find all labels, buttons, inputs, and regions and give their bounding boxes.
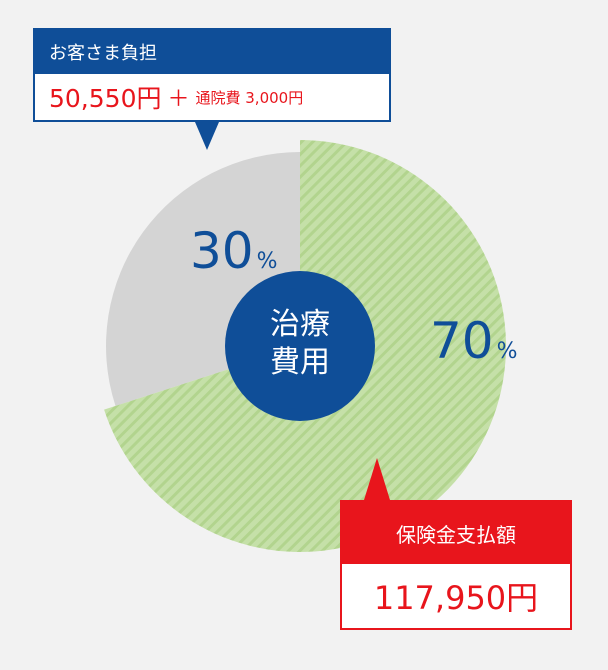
percent-value: 30 xyxy=(190,222,254,280)
insurance-payout-callout: 保険金支払額 117,950円 xyxy=(340,458,572,630)
insurance-payout-title: 保険金支払額 xyxy=(342,502,570,564)
customer-burden-callout: お客さま負担 50,550円 ＋ 通院費 3,000円 xyxy=(33,28,391,150)
commute-cost-note: 通院費 3,000円 xyxy=(195,88,304,107)
center-label-line-2: 費用 xyxy=(270,345,330,380)
center-label-line-1: 治療 xyxy=(270,307,330,342)
customer-burden-amount: 50,550円 xyxy=(49,84,162,113)
customer-burden-body: 50,550円 ＋ 通院費 3,000円 xyxy=(35,74,389,120)
insurance-payout-amount: 117,950円 xyxy=(373,579,539,617)
customer-callout-pointer xyxy=(195,122,219,150)
insurance-callout-pointer xyxy=(364,458,390,500)
center-badge: 治療 費用 xyxy=(225,271,375,421)
percent-value: 70 xyxy=(430,312,494,370)
customer-burden-title: お客さま負担 xyxy=(35,30,389,74)
percent-unit: % xyxy=(257,249,278,274)
plus-sign: ＋ xyxy=(167,87,190,112)
percent-unit: % xyxy=(497,339,518,364)
